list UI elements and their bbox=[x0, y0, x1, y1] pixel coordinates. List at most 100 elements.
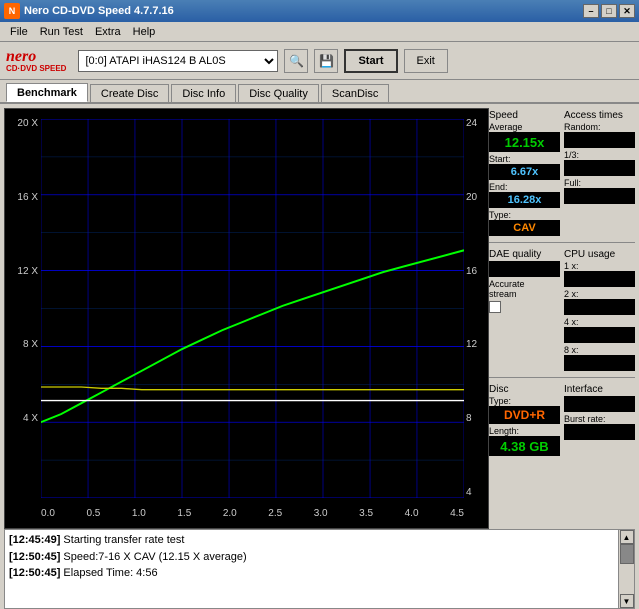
drive-selector[interactable]: [0:0] ATAPI iHAS124 B AL0S bbox=[78, 50, 278, 72]
menu-run-test[interactable]: Run Test bbox=[34, 24, 89, 40]
y-axis-left: 20 X 16 X 12 X 8 X 4 X bbox=[5, 119, 41, 498]
disc-type-label: Type: bbox=[489, 396, 560, 406]
x-label-10: 1.0 bbox=[132, 508, 146, 519]
accurate-stream-label2: stream bbox=[489, 289, 560, 299]
log-content: [12:45:49] Starting transfer rate test [… bbox=[5, 530, 618, 608]
scroll-up-button[interactable]: ▲ bbox=[620, 530, 634, 544]
burst-rate-value bbox=[564, 424, 635, 440]
y-label-12x: 12 X bbox=[17, 267, 38, 277]
y-right-8: 8 bbox=[466, 414, 472, 424]
log-text-1: Speed:7-16 X CAV (12.15 X average) bbox=[63, 551, 246, 563]
disc-type-value: DVD+R bbox=[489, 406, 560, 424]
save-icon-button[interactable]: 💾 bbox=[314, 49, 338, 73]
main-content: 20 X 16 X 12 X 8 X 4 X bbox=[0, 104, 639, 529]
burst-rate-label: Burst rate: bbox=[564, 414, 635, 424]
tab-create-disc[interactable]: Create Disc bbox=[90, 84, 169, 102]
y-right-12: 12 bbox=[466, 340, 477, 350]
full-label: Full: bbox=[564, 178, 635, 188]
end-value: 16.28x bbox=[489, 192, 560, 208]
exit-button[interactable]: Exit bbox=[404, 49, 448, 73]
y-label-8x: 8 X bbox=[23, 340, 38, 350]
scroll-thumb[interactable] bbox=[620, 544, 634, 564]
log-time-2: [12:50:45] bbox=[9, 567, 60, 579]
random-label: Random: bbox=[564, 122, 635, 132]
speed-header: Speed bbox=[489, 110, 560, 121]
access-times-header: Access times bbox=[564, 110, 635, 121]
tab-bar: Benchmark Create Disc Disc Info Disc Qua… bbox=[0, 80, 639, 104]
menu-bar: File Run Test Extra Help bbox=[0, 22, 639, 42]
nero-brand-text: nero bbox=[6, 49, 66, 65]
x-label-35: 3.5 bbox=[359, 508, 373, 519]
y-axis-right: 24 20 16 12 8 4 bbox=[464, 119, 488, 498]
nero-product-text: CD·DVD SPEED bbox=[6, 65, 66, 73]
accurate-stream-row bbox=[489, 301, 560, 313]
chart-plot bbox=[41, 119, 464, 498]
chart-svg bbox=[41, 119, 464, 498]
average-label: Average bbox=[489, 122, 560, 132]
divider1 bbox=[489, 242, 635, 243]
tab-disc-quality[interactable]: Disc Quality bbox=[238, 84, 319, 102]
one-third-label: 1/3: bbox=[564, 150, 635, 160]
disc-interface-sections: Disc Type: DVD+R Length: 4.38 GB Interfa… bbox=[489, 382, 635, 458]
log-area: [12:45:49] Starting transfer rate test [… bbox=[4, 529, 635, 609]
app-icon: N bbox=[4, 3, 20, 19]
cpu-8x-value bbox=[564, 355, 635, 371]
x-label-0: 0.0 bbox=[41, 508, 55, 519]
tab-benchmark[interactable]: Benchmark bbox=[6, 83, 88, 102]
x-label-40: 4.0 bbox=[405, 508, 419, 519]
accurate-stream-label: Accurate bbox=[489, 279, 560, 289]
cpu-4x-label: 4 x: bbox=[564, 317, 635, 327]
type-value: CAV bbox=[489, 220, 560, 236]
accurate-stream-checkbox[interactable] bbox=[489, 301, 501, 313]
right-panel: Speed Average 12.15x Start: 6.67x End: 1… bbox=[489, 104, 639, 529]
cpu-8x-label: 8 x: bbox=[564, 345, 635, 355]
dae-section: DAE quality Accurate stream bbox=[489, 247, 560, 373]
cpu-section: CPU usage 1 x: 2 x: 4 x: 8 x: bbox=[564, 247, 635, 373]
y-label-20x: 20 X bbox=[17, 119, 38, 129]
y-label-0x bbox=[35, 488, 38, 498]
interface-section: Interface Burst rate: bbox=[564, 382, 635, 458]
x-label-25: 2.5 bbox=[268, 508, 282, 519]
title-bar: N Nero CD-DVD Speed 4.7.7.16 – □ ✕ bbox=[0, 0, 639, 22]
log-scrollbar[interactable]: ▲ ▼ bbox=[618, 530, 634, 608]
menu-help[interactable]: Help bbox=[127, 24, 162, 40]
y-right-4: 4 bbox=[466, 488, 472, 498]
one-third-value bbox=[564, 160, 635, 176]
disc-length-value: 4.38 GB bbox=[489, 436, 560, 456]
log-line-2: [12:50:45] Elapsed Time: 4:56 bbox=[9, 565, 614, 582]
x-label-20: 2.0 bbox=[223, 508, 237, 519]
start-button[interactable]: Start bbox=[344, 49, 397, 73]
browse-icon-button[interactable]: 🔍 bbox=[284, 49, 308, 73]
full-value bbox=[564, 188, 635, 204]
log-text-0: Starting transfer rate test bbox=[63, 534, 184, 546]
cpu-dae-sections: DAE quality Accurate stream CPU usage 1 … bbox=[489, 247, 635, 373]
start-label: Start: bbox=[489, 154, 560, 164]
log-time-0: [12:45:49] bbox=[9, 534, 60, 546]
menu-extra[interactable]: Extra bbox=[89, 24, 127, 40]
interface-value bbox=[564, 396, 635, 412]
menu-file[interactable]: File bbox=[4, 24, 34, 40]
log-text-2: Elapsed Time: 4:56 bbox=[63, 567, 157, 579]
log-line-0: [12:45:49] Starting transfer rate test bbox=[9, 532, 614, 549]
cpu-1x-value bbox=[564, 271, 635, 287]
cpu-2x-value bbox=[564, 299, 635, 315]
maximize-button[interactable]: □ bbox=[601, 4, 617, 18]
minimize-button[interactable]: – bbox=[583, 4, 599, 18]
scroll-down-button[interactable]: ▼ bbox=[620, 594, 634, 608]
log-line-1: [12:50:45] Speed:7-16 X CAV (12.15 X ave… bbox=[9, 549, 614, 566]
y-label-4x: 4 X bbox=[23, 414, 38, 424]
tab-disc-info[interactable]: Disc Info bbox=[171, 84, 236, 102]
disc-type-header: Disc bbox=[489, 384, 560, 395]
dae-value bbox=[489, 261, 560, 277]
x-axis: 0.0 0.5 1.0 1.5 2.0 2.5 3.0 3.5 4.0 4.5 bbox=[41, 498, 464, 528]
close-button[interactable]: ✕ bbox=[619, 4, 635, 18]
tab-scan-disc[interactable]: ScanDisc bbox=[321, 84, 389, 102]
random-value bbox=[564, 132, 635, 148]
window-title: Nero CD-DVD Speed 4.7.7.16 bbox=[24, 5, 174, 17]
end-label: End: bbox=[489, 182, 560, 192]
speed-section: Speed Average 12.15x Start: 6.67x End: 1… bbox=[489, 108, 560, 238]
divider2 bbox=[489, 377, 635, 378]
cpu-1x-label: 1 x: bbox=[564, 261, 635, 271]
disc-length-label: Length: bbox=[489, 426, 560, 436]
disc-section: Disc Type: DVD+R Length: 4.38 GB bbox=[489, 382, 560, 458]
